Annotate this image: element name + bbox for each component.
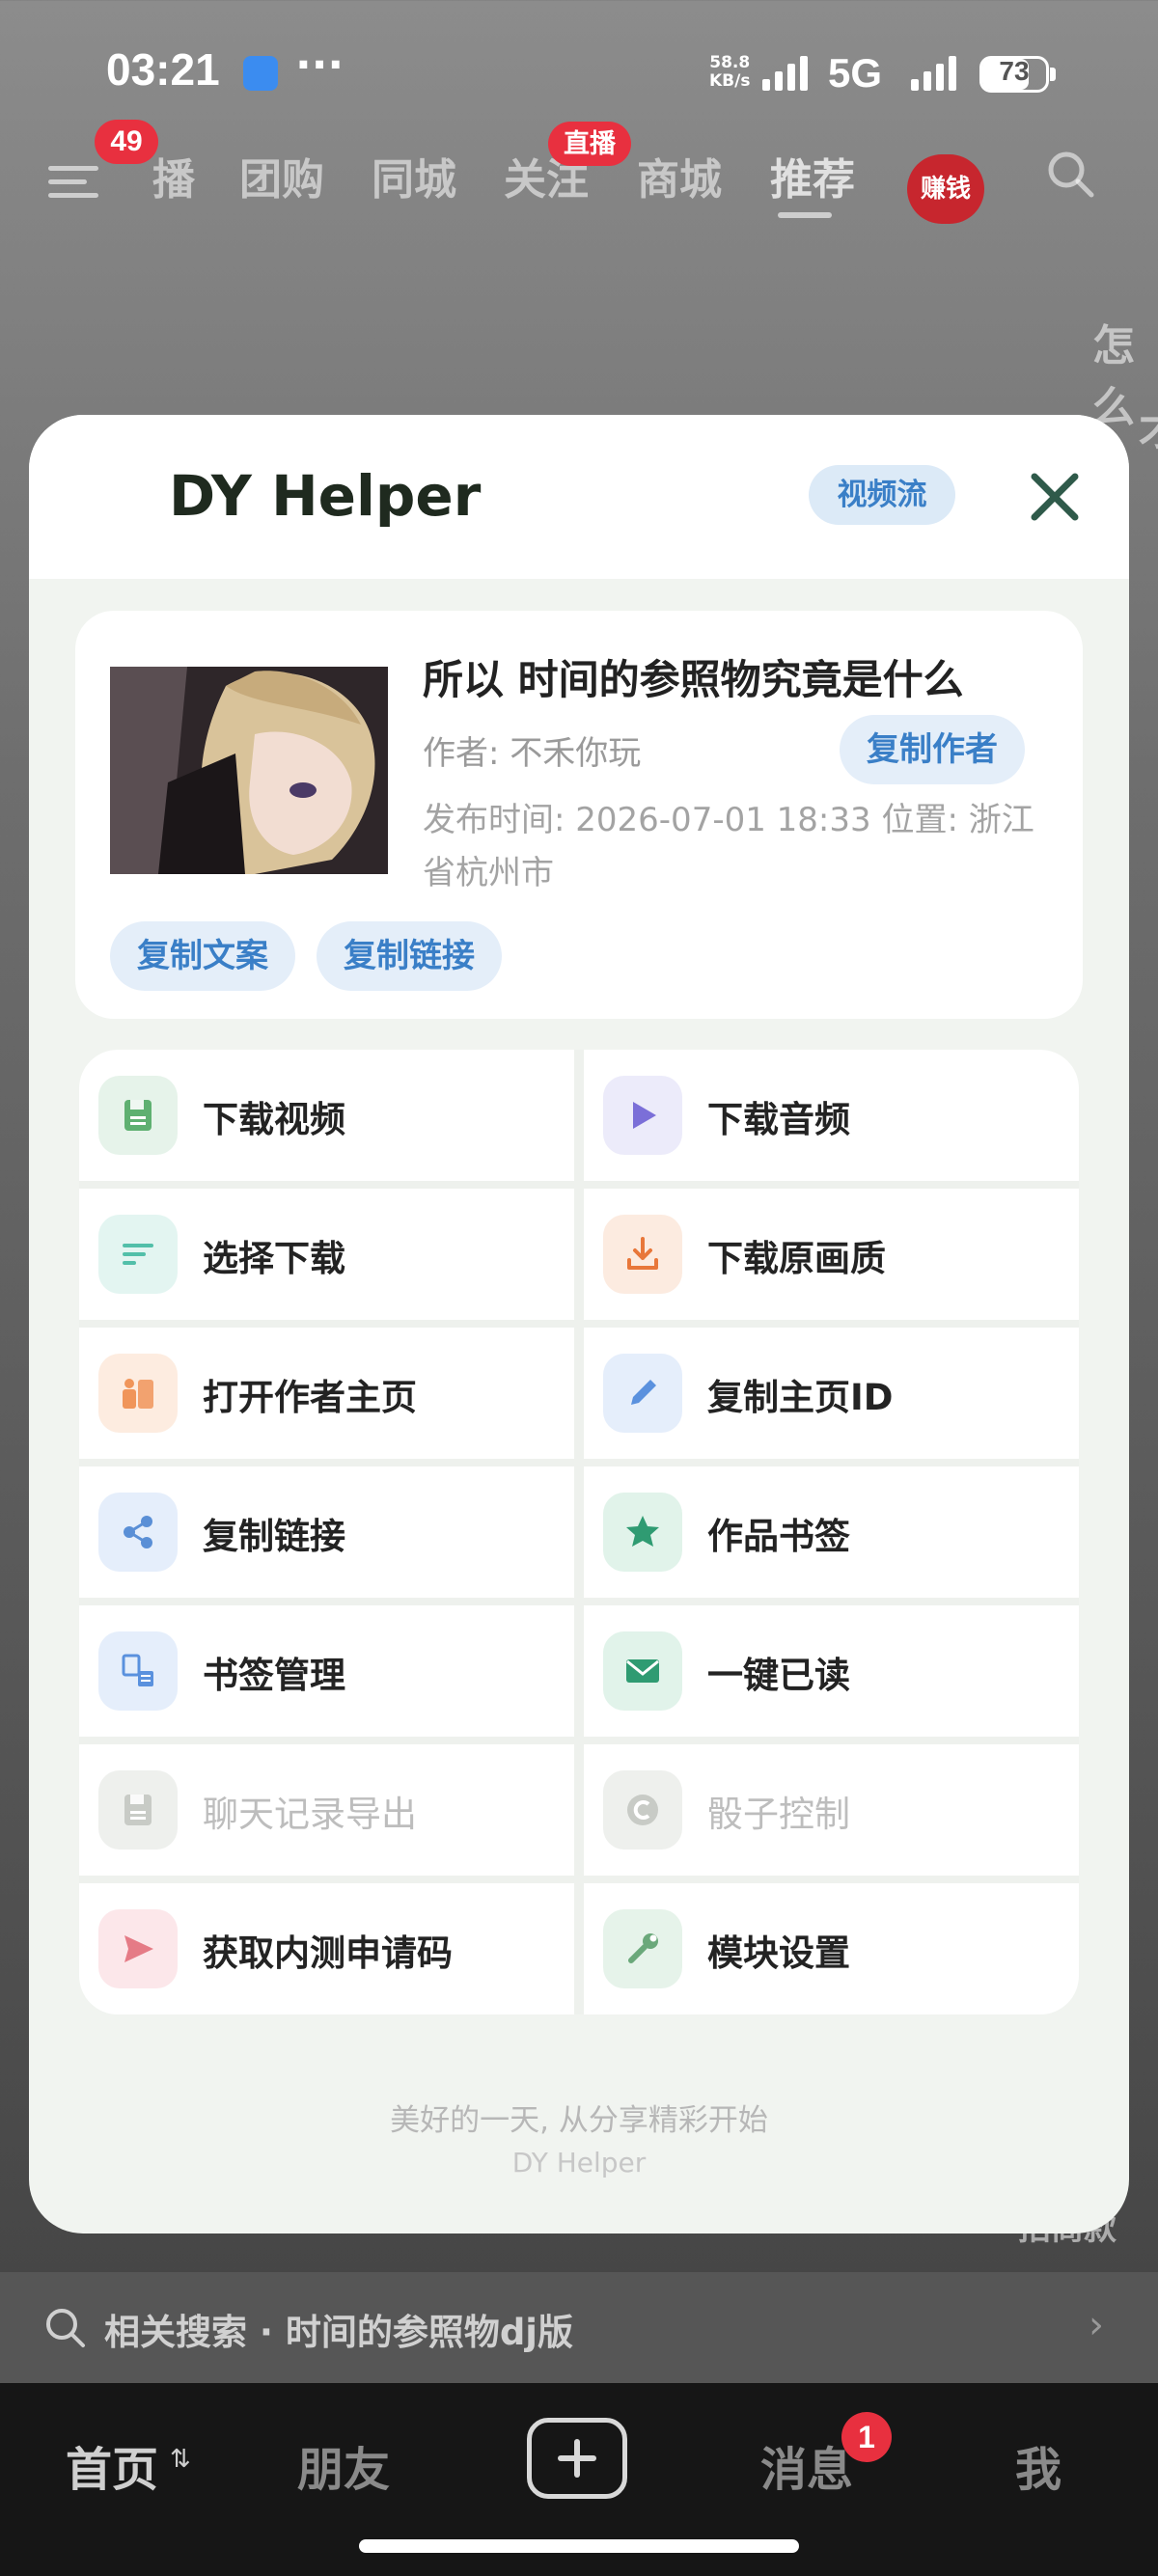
dy-helper-dialog: DY Helper 视频流 所以 时间的参照物究竟是什么 作者: 不禾你玩 复制… [29, 415, 1129, 2233]
video-title: 所以 时间的参照物究竟是什么 [423, 656, 964, 703]
tab-friends[interactable]: 朋友 [297, 2431, 390, 2499]
action-label: 获取内测申请码 [203, 1932, 453, 1974]
c-icon [603, 1770, 682, 1850]
star-icon [603, 1493, 682, 1572]
tab-mall[interactable]: 商城 [637, 145, 722, 206]
tab-messages[interactable]: 消息 [760, 2431, 853, 2499]
action-c-11: 骰子控制 [584, 1744, 1079, 1876]
action-send-12[interactable]: 获取内测申请码 [79, 1883, 574, 2014]
search-icon [46, 2309, 85, 2347]
copy-author-button[interactable]: 复制作者 [840, 715, 1025, 784]
tab-recommend[interactable]: 推荐 [770, 145, 855, 206]
action-grid: 下载视频 下载音频选择下载 下载原画质打开作者主页 复制主页ID 复制链接 作品书签书签管… [79, 1050, 1079, 2014]
battery-tip [1050, 68, 1056, 81]
bookmark-manage-icon [98, 1631, 178, 1711]
action-star-7[interactable]: 作品书签 [584, 1466, 1079, 1598]
top-nav: 49 播 团购 同城 关注 直播 商城 推荐 赚钱 [0, 120, 1158, 251]
menu-icon[interactable] [48, 162, 98, 201]
publish-info: 发布时间: 2026-07-01 18:33 位置: 浙江省杭州市 [423, 801, 1034, 892]
dialog-title: DY Helper [169, 463, 482, 529]
tab-local[interactable]: 同城 [372, 145, 456, 206]
save-icon [98, 1076, 178, 1155]
search-icon[interactable] [1045, 149, 1095, 199]
battery-icon: 73 [979, 56, 1049, 93]
action-bookmark-manage-8[interactable]: 书签管理 [79, 1605, 574, 1737]
live-badge: 直播 [548, 122, 631, 166]
action-label: 作品书签 [707, 1516, 850, 1557]
action-label: 下载原画质 [707, 1238, 886, 1279]
pencil-icon [603, 1354, 682, 1433]
action-save-10: 聊天记录导出 [79, 1744, 574, 1876]
action-pencil-5[interactable]: 复制主页ID [584, 1328, 1079, 1459]
action-save-0[interactable]: 下载视频 [79, 1050, 574, 1181]
home-indicator [359, 2539, 799, 2553]
tab-live[interactable]: 播 [152, 145, 195, 206]
tab-group-buy[interactable]: 团购 [239, 145, 324, 206]
action-list-2[interactable]: 选择下载 [79, 1189, 574, 1320]
action-wrench-13[interactable]: 模块设置 [584, 1883, 1079, 2014]
related-search-bar[interactable]: 相关搜索 · 时间的参照物dj版 › [0, 2272, 1158, 2383]
action-label: 复制链接 [203, 1516, 345, 1557]
network-speed-unit: KB/s [709, 71, 751, 91]
app-notification-icon [243, 56, 278, 91]
send-icon [98, 1909, 178, 1988]
action-label: 书签管理 [203, 1655, 345, 1696]
tab-home[interactable]: 首页 [66, 2431, 158, 2499]
network-speed-value: 58.8 [709, 53, 751, 72]
action-label: 选择下载 [203, 1238, 345, 1279]
action-people-4[interactable]: 打开作者主页 [79, 1328, 574, 1459]
action-label: 骰子控制 [707, 1794, 850, 1835]
action-label: 下载音频 [707, 1099, 850, 1140]
action-label: 打开作者主页 [203, 1377, 417, 1418]
action-mail-9[interactable]: 一键已读 [584, 1605, 1079, 1737]
share-icon [98, 1493, 178, 1572]
signal-icon-2 [911, 56, 956, 91]
tab-me[interactable]: 我 [1015, 2431, 1062, 2499]
signal-icon [762, 56, 808, 91]
status-time: 03:21 [106, 44, 220, 95]
list-icon [98, 1215, 178, 1294]
action-label: 模块设置 [707, 1932, 850, 1974]
network-type: 5G [828, 50, 883, 96]
people-icon [98, 1354, 178, 1433]
play-icon [603, 1076, 682, 1155]
create-button[interactable] [527, 2418, 627, 2499]
video-author: 作者: 不禾你玩 [423, 734, 642, 773]
wrench-icon [603, 1909, 682, 1988]
battery-level: 73 [999, 56, 1030, 86]
action-label: 复制主页ID [707, 1377, 894, 1418]
dialog-header: DY Helper 视频流 [29, 415, 1129, 579]
close-icon[interactable] [1023, 465, 1087, 529]
video-info-card: 所以 时间的参照物究竟是什么 作者: 不禾你玩 复制作者 发布时间: 2026-… [75, 611, 1083, 1019]
action-play-1[interactable]: 下载音频 [584, 1050, 1079, 1181]
action-download-3[interactable]: 下载原画质 [584, 1189, 1079, 1320]
action-label: 一键已读 [707, 1655, 850, 1696]
earn-money-button[interactable]: 赚钱 [907, 154, 984, 224]
footer-slogan: 美好的一天, 从分享精彩开始 [390, 2103, 768, 2138]
action-label: 下载视频 [203, 1099, 345, 1140]
more-notifications-icon: ··· [295, 41, 345, 90]
messages-badge: 1 [841, 2412, 892, 2462]
chevron-right-icon: › [1089, 2303, 1104, 2347]
plus-icon [558, 2439, 596, 2478]
video-thumbnail[interactable] [110, 667, 388, 874]
menu-badge: 49 [95, 120, 158, 164]
download-icon [603, 1215, 682, 1294]
action-label: 聊天记录导出 [203, 1794, 417, 1835]
save-icon [98, 1770, 178, 1850]
copy-link-chip-button[interactable]: 复制链接 [317, 921, 502, 991]
related-search-text: 相关搜索 · 时间的参照物dj版 [104, 2312, 573, 2353]
background-caption-2: 才 [1139, 396, 1158, 457]
active-tab-indicator [778, 212, 832, 218]
refresh-arrows-icon: ⇅ [170, 2445, 191, 2474]
mail-icon [603, 1631, 682, 1711]
action-share-6[interactable]: 复制链接 [79, 1466, 574, 1598]
footer-app-name: DY Helper [511, 2147, 647, 2179]
video-stream-pill[interactable]: 视频流 [809, 465, 955, 525]
network-speed: 58.8 KB/s [709, 54, 750, 91]
copy-text-button[interactable]: 复制文案 [110, 921, 295, 991]
